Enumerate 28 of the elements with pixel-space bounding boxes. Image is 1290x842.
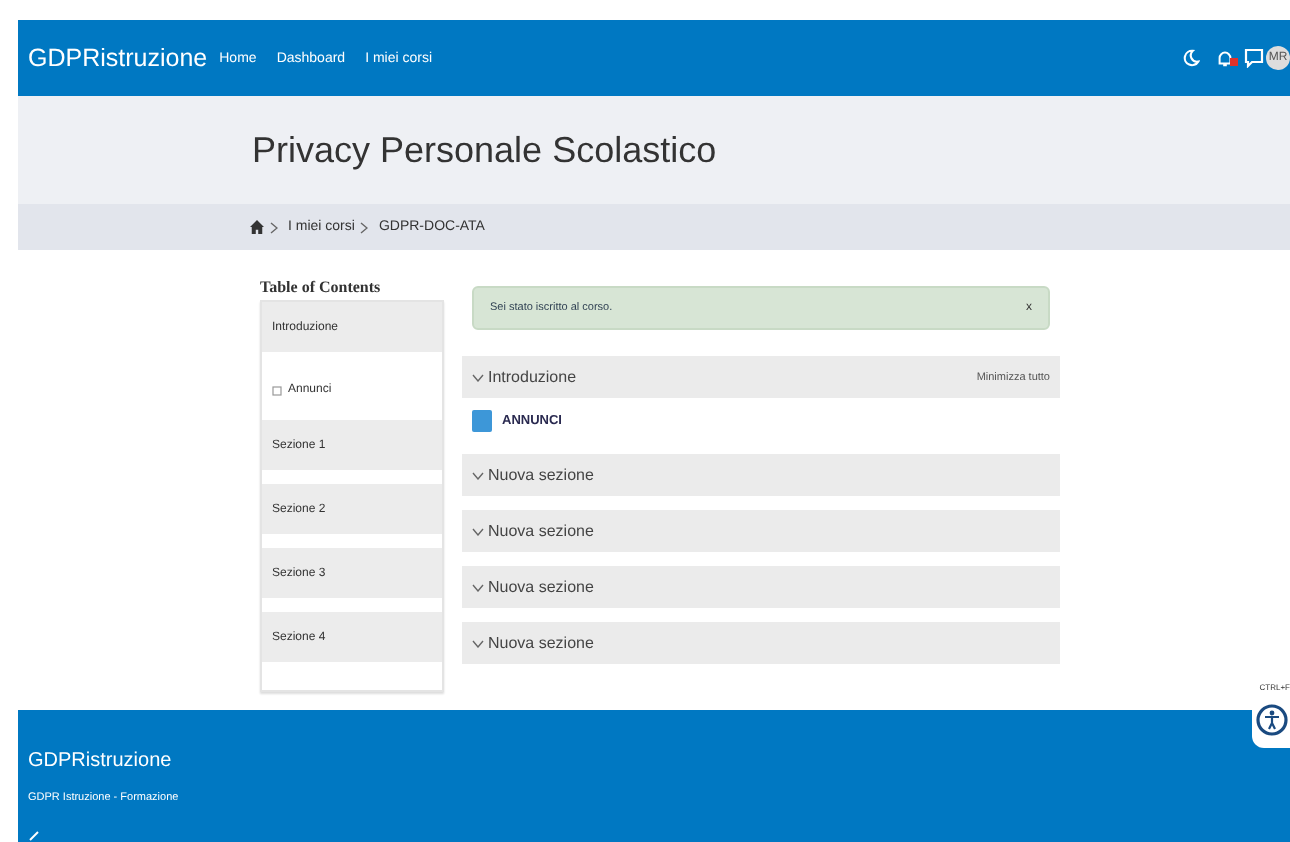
chevron-icon [270,221,278,233]
accessibility-icon [1255,704,1287,736]
chevron-icon [472,527,484,535]
chevron-icon [472,373,484,381]
section-title: Nuova sezione [488,522,594,540]
section-title: Nuova sezione [488,634,594,652]
section-header[interactable]: Nuova sezione [462,566,1060,608]
section-title: Introduzione [488,368,577,386]
section-header[interactable]: Nuova sezione [462,622,1060,664]
home-icon[interactable] [250,220,264,234]
moon-icon[interactable] [1182,48,1200,68]
forum-icon [272,385,282,395]
toc-title: Table of Contents [260,278,383,296]
pencil-icon[interactable] [28,830,40,842]
section-title: Nuova sezione [488,466,594,484]
page-title: Privacy Personale Scolastico [252,129,717,171]
chevron-icon [472,583,484,591]
section-title: Nuova sezione [488,578,594,596]
footer-brand: GDPRistruzione [28,750,174,772]
site-brand[interactable]: GDPRistruzione [28,44,208,72]
chevron-icon [360,221,369,233]
section-header[interactable]: Nuova sezione [462,510,1060,552]
bell-icon[interactable] [1216,48,1234,68]
speech-bubble-icon[interactable] [1244,48,1264,68]
chevron-icon [472,471,484,479]
chevron-icon [472,639,484,647]
forum-icon [472,410,492,432]
section-header[interactable]: Nuova sezione [462,454,1060,496]
